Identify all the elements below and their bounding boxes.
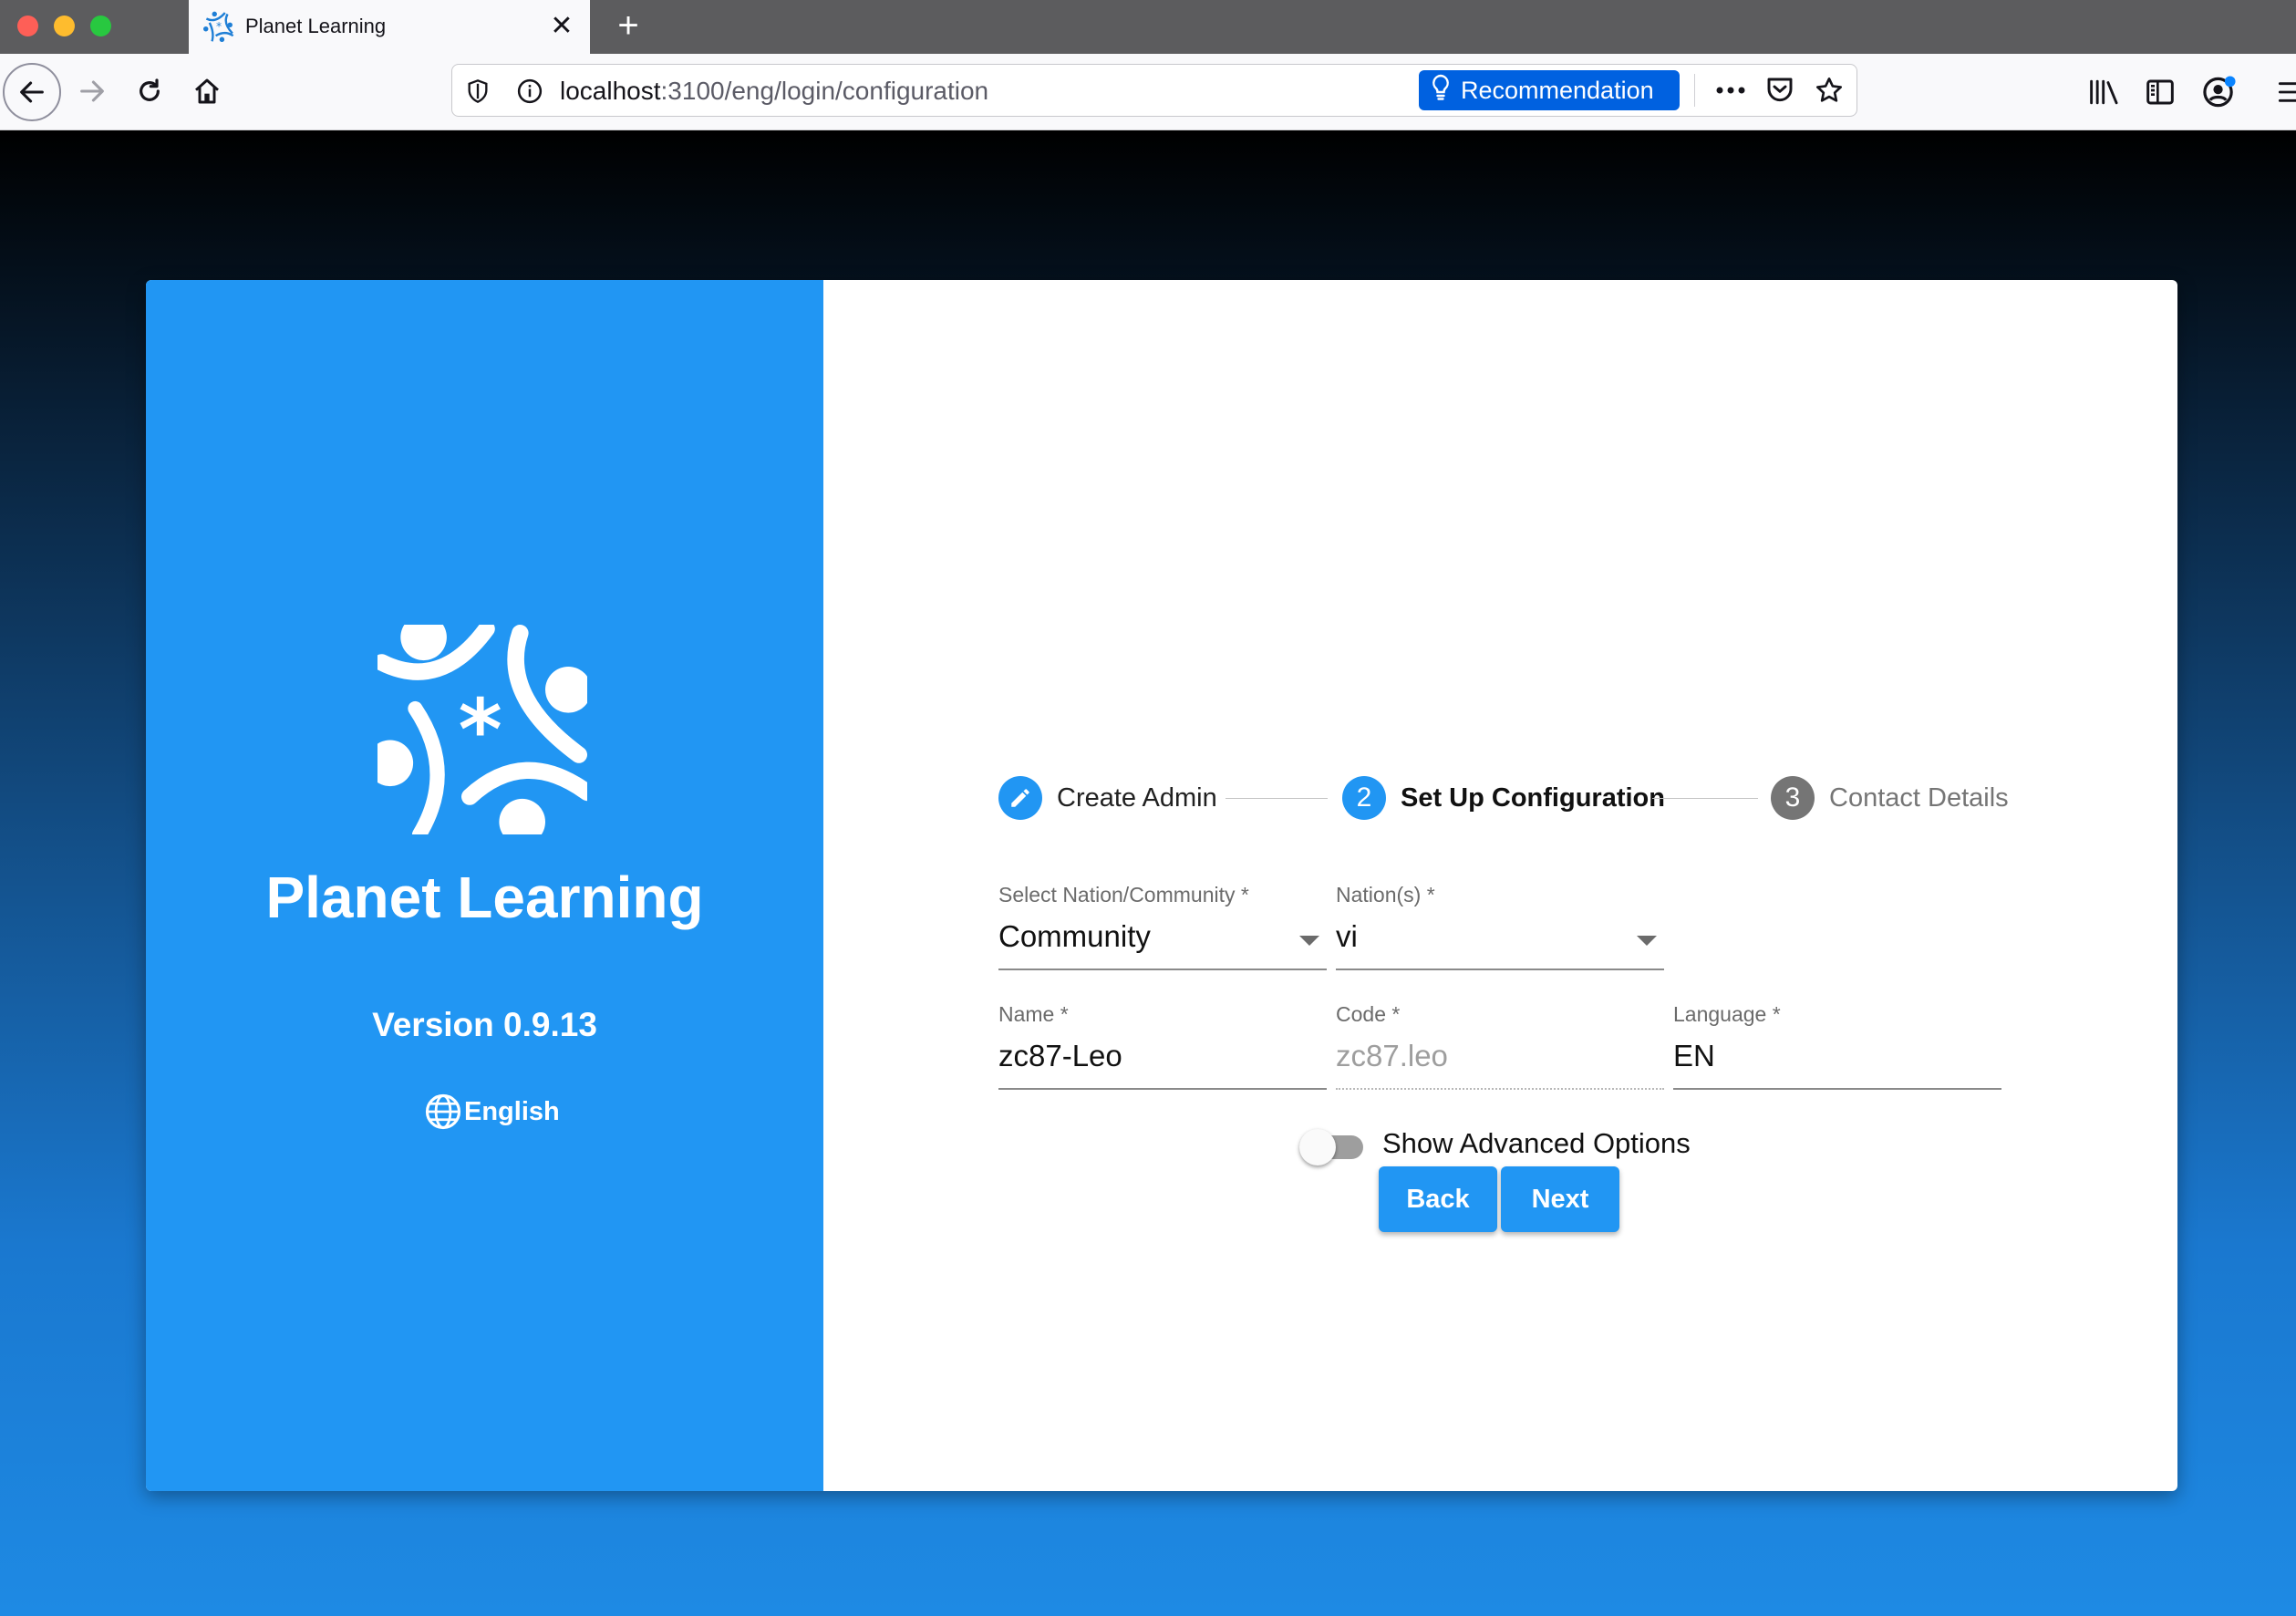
menu-icon[interactable] — [2270, 72, 2296, 112]
account-icon[interactable] — [2199, 72, 2239, 112]
field-label: Select Nation/Community * — [998, 883, 1249, 906]
url-text[interactable]: localhost:3100/eng/login/configuration — [560, 77, 988, 106]
pocket-icon[interactable] — [1760, 72, 1800, 109]
star-icon[interactable] — [1809, 72, 1849, 109]
step-label: Set Up Configuration — [1401, 782, 1665, 813]
brand-panel: * Planet Learning Version 0.9.13 English — [146, 280, 823, 1491]
back-button[interactable]: Back — [1379, 1166, 1497, 1232]
tab-close-icon[interactable]: ✕ — [544, 9, 579, 44]
step-set-up-configuration[interactable]: 2 Set Up Configuration — [1342, 774, 1665, 822]
step-connector — [1226, 798, 1328, 799]
field-label: Code * — [1336, 1002, 1401, 1026]
window-close-button[interactable] — [17, 16, 38, 36]
shield-icon[interactable] — [465, 78, 491, 109]
step-create-admin[interactable]: Create Admin — [998, 774, 1217, 822]
planet-favicon-icon: * — [203, 11, 234, 42]
reload-icon — [140, 78, 160, 101]
page-background: * Planet Learning Version 0.9.13 English… — [0, 130, 2296, 1616]
step-number: 2 — [1342, 776, 1386, 820]
field-underline — [998, 1088, 1327, 1090]
next-button[interactable]: Next — [1501, 1166, 1619, 1232]
browser-tab-strip: * Planet Learning ✕ + — [0, 0, 2296, 54]
lightbulb-icon — [1430, 74, 1452, 108]
recommendation-label: Recommendation — [1461, 76, 1654, 104]
select-value: Community — [998, 919, 1151, 953]
planet-learning-logo-icon: * — [367, 614, 596, 845]
input-value: zc87.leo — [1336, 1039, 1448, 1072]
field-label: Language * — [1673, 1002, 1781, 1026]
field-underline — [1673, 1088, 2001, 1090]
field-label: Name * — [998, 1002, 1069, 1026]
configuration-card: * Planet Learning Version 0.9.13 English… — [146, 280, 2177, 1491]
input-value: zc87-Leo — [998, 1039, 1122, 1072]
nations-select[interactable]: Nation(s) * vi — [1336, 883, 1664, 970]
step-label: Create Admin — [1057, 782, 1217, 813]
name-field[interactable]: Name * zc87-Leo — [998, 1002, 1327, 1090]
field-underline — [1336, 1088, 1664, 1090]
input-value: EN — [1673, 1039, 1715, 1072]
svg-text:*: * — [216, 20, 222, 33]
back-button[interactable] — [3, 63, 61, 121]
language-label: English — [464, 1096, 560, 1126]
nation-community-select[interactable]: Select Nation/Community * Community — [998, 883, 1327, 970]
toggle-thumb — [1299, 1129, 1336, 1165]
recommendation-button[interactable]: Recommendation — [1419, 70, 1680, 110]
sidebar-icon[interactable] — [2140, 72, 2180, 112]
field-label: Nation(s) * — [1336, 883, 1435, 906]
library-icon[interactable] — [2084, 72, 2125, 112]
app-title: Planet Learning — [265, 865, 704, 930]
language-field[interactable]: Language * EN — [1673, 1002, 2001, 1090]
forward-arrow-icon — [80, 80, 104, 102]
field-underline — [1336, 969, 1664, 970]
code-field: Code * zc87.leo — [1336, 1002, 1664, 1090]
field-underline — [998, 969, 1327, 970]
dropdown-arrow-icon — [1637, 936, 1657, 946]
url-separator — [1694, 74, 1695, 107]
address-bar[interactable]: localhost:3100/eng/login/configuration R… — [451, 64, 1857, 117]
browser-tab[interactable]: * Planet Learning ✕ — [189, 0, 590, 54]
back-arrow-icon — [20, 81, 44, 103]
url-path: :3100/eng/login/configuration — [660, 77, 989, 105]
globe-icon — [425, 1093, 461, 1130]
forward-button[interactable] — [64, 63, 120, 119]
new-tab-button[interactable]: + — [609, 7, 647, 46]
svg-text:*: * — [459, 681, 502, 779]
dropdown-arrow-icon — [1299, 936, 1319, 946]
reload-button[interactable] — [121, 63, 178, 119]
window-minimize-button[interactable] — [54, 16, 75, 36]
step-connector — [1652, 798, 1758, 799]
home-icon — [195, 78, 219, 104]
step-edit-icon — [998, 776, 1042, 820]
step-contact-details[interactable]: 3 Contact Details — [1771, 774, 2009, 822]
advanced-options-label[interactable]: Show Advanced Options — [1382, 1127, 1691, 1160]
app-version: Version 0.9.13 — [372, 1006, 597, 1043]
step-label: Contact Details — [1829, 782, 2009, 813]
language-switcher[interactable]: English — [424, 1092, 560, 1132]
step-number: 3 — [1771, 776, 1815, 820]
select-value: vi — [1336, 919, 1358, 953]
home-button[interactable] — [179, 63, 235, 119]
url-host: localhost — [560, 77, 661, 105]
window-zoom-button[interactable] — [90, 16, 111, 36]
more-icon[interactable] — [1711, 72, 1751, 109]
browser-toolbar: localhost:3100/eng/login/configuration R… — [0, 54, 2296, 130]
info-icon[interactable] — [516, 78, 543, 109]
advanced-options-toggle[interactable] — [1299, 1127, 1372, 1167]
tab-title: Planet Learning — [245, 15, 387, 37]
